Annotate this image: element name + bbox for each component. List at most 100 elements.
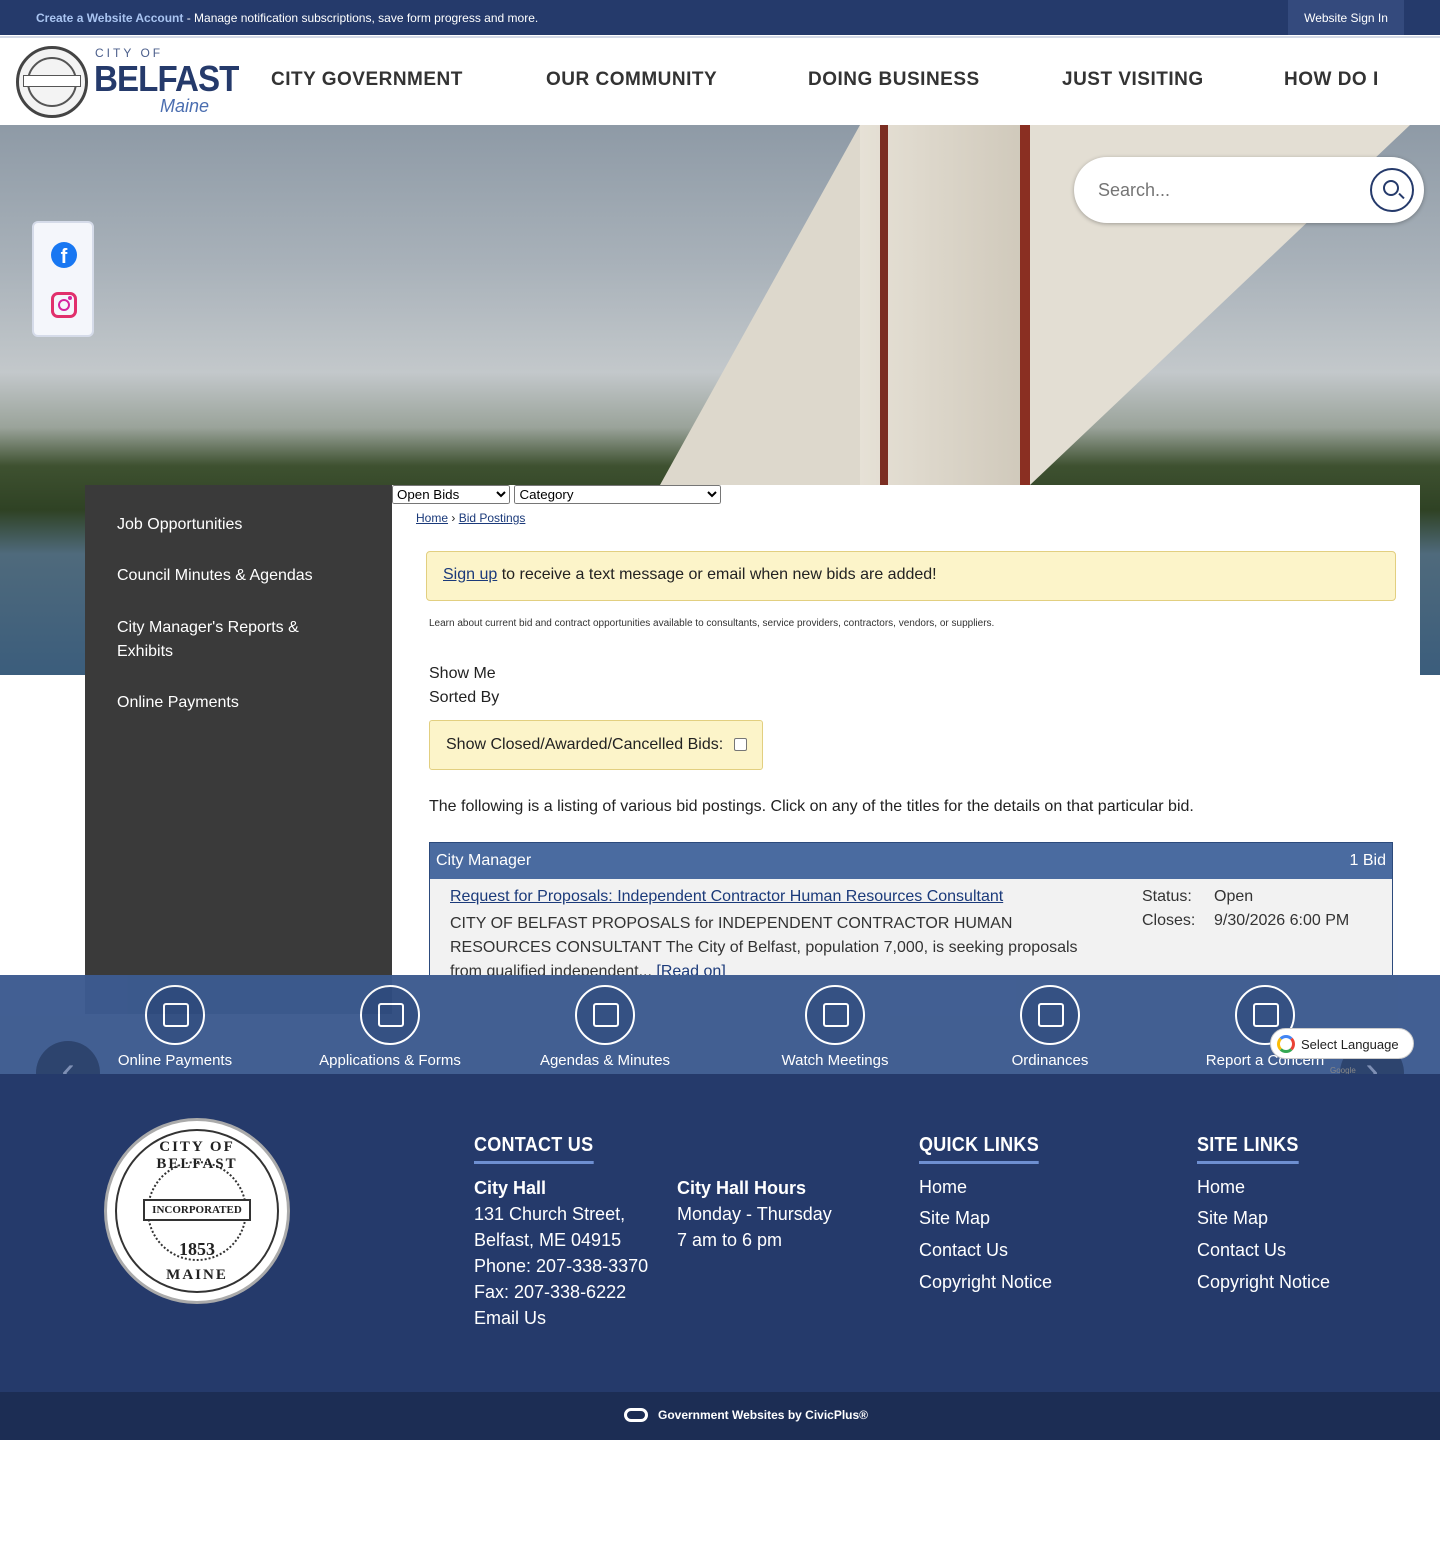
signup-alert: Sign up to receive a text message or ema… (426, 551, 1396, 601)
fax: Fax: 207-338-6222 (474, 1282, 627, 1302)
city-hall-title: City Hall (474, 1178, 547, 1198)
meeting-icon (823, 1003, 849, 1027)
sorted-by-row: Sorted By (429, 689, 499, 707)
logo-state[interactable]: Maine (160, 96, 209, 117)
sorted-by-label: Sorted By (429, 689, 500, 706)
contact-block: City Hall 131 Church Street, Belfast, ME… (474, 1175, 648, 1331)
seal-year: 1853 (179, 1239, 215, 1259)
intro-text: Learn about current bid and contract opp… (429, 618, 995, 629)
sidebar-nav: Job Opportunities Council Minutes & Agen… (85, 485, 392, 1014)
account-message: Create a Website Account - Manage notifi… (36, 11, 538, 25)
sidebar-item-online-payments[interactable]: Online Payments (117, 691, 357, 715)
civicplus-bar: Government Websites by CivicPlus® (0, 1392, 1440, 1440)
bid-description: CITY OF BELFAST PROPOSALS for INDEPENDEN… (450, 912, 1090, 975)
seal-band-text: INCORPORATED (143, 1199, 251, 1221)
show-me-select[interactable]: Open Bids (392, 485, 510, 504)
sidebar-item-city-manager-reports[interactable]: City Manager's Reports & Exhibits (117, 616, 357, 664)
search-button[interactable] (1370, 168, 1414, 212)
breadcrumb-home[interactable]: Home (416, 511, 448, 525)
social-links: f (32, 221, 94, 337)
address-line-1: 131 Church Street, (474, 1204, 626, 1224)
city-seal-logo-icon[interactable] (16, 46, 88, 118)
nav-just-visiting[interactable]: JUST VISITING (1062, 69, 1204, 91)
footer-quick-contact-us[interactable]: Contact Us (919, 1240, 1008, 1261)
instagram-icon[interactable] (51, 292, 77, 318)
search-input[interactable] (1098, 175, 1368, 205)
logo-name[interactable]: BELFAST (94, 58, 239, 100)
bid-title-link[interactable]: Request for Proposals: Independent Contr… (450, 888, 1003, 906)
sidebar-item-job-opportunities[interactable]: Job Opportunities (117, 513, 357, 537)
quick-link-label: Watch Meetings (781, 1052, 889, 1069)
footer-quick-site-map[interactable]: Site Map (919, 1208, 990, 1229)
bid-row: Request for Proposals: Independent Contr… (430, 879, 1392, 975)
mast-graphic (880, 125, 888, 485)
utility-bar: Create a Website Account - Manage notifi… (0, 0, 1440, 35)
show-me-row: Show Me (429, 665, 496, 683)
site-footer: CITY OF BELFAST INCORPORATED 1853 MAINE … (0, 1074, 1440, 1392)
calendar-icon (593, 1003, 619, 1027)
category-count: 1 Bid (1349, 852, 1386, 869)
search-box (1074, 157, 1424, 223)
civicplus-link[interactable]: Government Websites by CivicPlus® (658, 1408, 868, 1422)
breadcrumb-bid-postings[interactable]: Bid Postings (459, 511, 526, 525)
read-on-link[interactable]: [Read on] (656, 963, 725, 975)
sorted-by-select[interactable]: Category (514, 485, 722, 504)
hours-days: Monday - Thursday (677, 1204, 832, 1224)
footer-quick-copyright[interactable]: Copyright Notice (919, 1272, 1052, 1293)
contact-heading: CONTACT US (474, 1134, 594, 1164)
main-content: Home › Bid Postings Sign up to receive a… (392, 485, 1420, 975)
quick-link-label: Ordinances (1011, 1052, 1089, 1069)
mast-graphic (1020, 125, 1030, 485)
nav-city-government[interactable]: CITY GOVERNMENT (271, 69, 463, 91)
quick-link-label: Agendas & Minutes (539, 1052, 671, 1069)
quick-link-label: Online Payments (117, 1052, 233, 1069)
footer-site-home[interactable]: Home (1197, 1177, 1245, 1198)
quick-link-label: Applications & Forms (319, 1052, 461, 1069)
sidebar-item-council-minutes[interactable]: Council Minutes & Agendas (117, 564, 357, 588)
hours-time: 7 am to 6 pm (677, 1230, 783, 1250)
site-links-heading: SITE LINKS (1197, 1134, 1299, 1164)
facebook-icon[interactable]: f (51, 242, 77, 268)
google-icon (1277, 1035, 1295, 1053)
phone: Phone: 207-338-3370 (474, 1256, 649, 1276)
create-account-link[interactable]: Create a Website Account (36, 11, 183, 25)
account-message-text: - Manage notification subscriptions, sav… (183, 11, 539, 25)
nav-how-do-i[interactable]: HOW DO I (1284, 69, 1379, 91)
footer-site-copyright[interactable]: Copyright Notice (1197, 1272, 1330, 1293)
nav-doing-business[interactable]: DOING BUSINESS (808, 69, 980, 91)
nav-our-community[interactable]: OUR COMMUNITY (546, 69, 717, 91)
search-icon (1383, 180, 1399, 196)
breadcrumb-separator: › (451, 511, 456, 525)
bid-category-table: City Manager 1 Bid Request for Proposals… (429, 842, 1393, 975)
footer-site-contact-us[interactable]: Contact Us (1197, 1240, 1286, 1261)
address-line-2: Belfast, ME 04915 (474, 1230, 622, 1250)
footer-site-site-map[interactable]: Site Map (1197, 1208, 1268, 1229)
city-seal-icon: CITY OF BELFAST INCORPORATED 1853 MAINE (104, 1118, 290, 1304)
footer-quick-home[interactable]: Home (919, 1177, 967, 1198)
show-me-label: Show Me (429, 665, 496, 682)
category-header: City Manager 1 Bid (430, 843, 1392, 879)
seal-top-text: CITY OF BELFAST (156, 1139, 238, 1172)
hours-block: City Hall Hours Monday - Thursday 7 am t… (677, 1175, 832, 1253)
language-label: Select Language (1301, 1037, 1399, 1052)
breadcrumb: Home › Bid Postings (416, 511, 525, 525)
signup-link[interactable]: Sign up (443, 566, 497, 583)
document-icon (378, 1003, 404, 1027)
quick-links-bar: Online Payments Applications & Forms Age… (0, 975, 1440, 1074)
show-closed-label: Show Closed/Awarded/Cancelled Bids: (446, 736, 724, 753)
civicplus-logo-icon[interactable] (624, 1408, 648, 1422)
show-closed-checkbox[interactable] (734, 738, 747, 751)
book-icon (1038, 1003, 1064, 1027)
hours-heading: City Hall Hours (677, 1178, 807, 1198)
signup-alert-text: to receive a text message or email when … (497, 566, 937, 583)
payment-card-icon (163, 1003, 189, 1027)
sail-graphic (660, 125, 860, 485)
status-label: Status: (1142, 888, 1192, 905)
status-value: Open (1214, 888, 1254, 905)
email-link[interactable]: Email Us (474, 1308, 546, 1328)
language-selector[interactable]: Select Language (1270, 1028, 1414, 1059)
closes-label: Closes: (1142, 912, 1196, 929)
category-name: City Manager (436, 852, 532, 869)
sign-in-button[interactable]: Website Sign In (1288, 0, 1404, 35)
bid-description-text: CITY OF BELFAST PROPOSALS for INDEPENDEN… (450, 915, 1078, 975)
